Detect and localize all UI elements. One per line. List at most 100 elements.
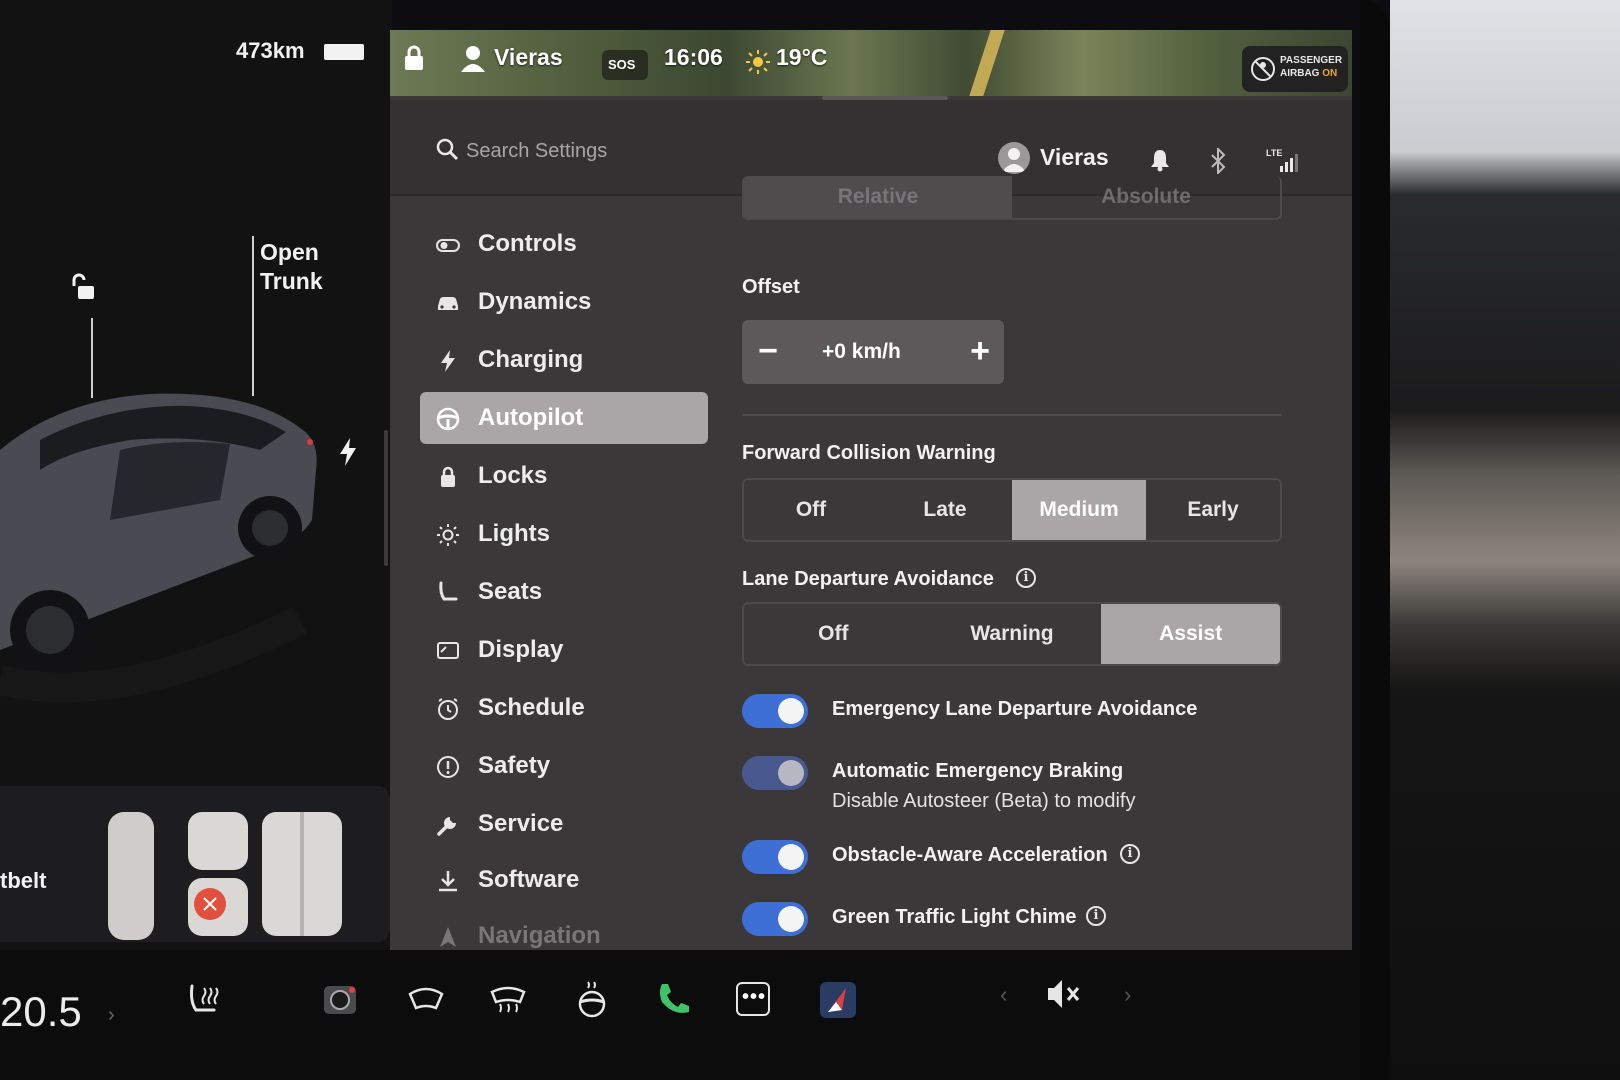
sidebar-item-label: Dynamics bbox=[478, 288, 592, 315]
sidebar-item-schedule[interactable]: Schedule bbox=[420, 682, 708, 734]
segment-off[interactable]: Off bbox=[744, 604, 923, 664]
lane-departure-selector[interactable]: Off Warning Assist bbox=[742, 602, 1282, 666]
sidebar-item-lights[interactable]: Lights bbox=[420, 508, 708, 560]
outside-temperature: 19°C bbox=[776, 44, 828, 70]
toggle-label: Green Traffic Light Chime bbox=[832, 906, 1077, 928]
seat-heater-icon[interactable] bbox=[184, 980, 224, 1020]
sidebar-item-label: Controls bbox=[478, 230, 577, 257]
person-icon bbox=[1002, 148, 1026, 172]
clock-icon bbox=[438, 698, 458, 720]
sidebar-item-display[interactable]: Display bbox=[420, 624, 708, 676]
sidebar-item-safety[interactable]: Safety bbox=[420, 740, 708, 792]
bell-icon[interactable] bbox=[1150, 148, 1170, 172]
sos-button[interactable]: SOS bbox=[602, 50, 648, 80]
trunk-leader-line bbox=[252, 236, 254, 396]
segment-assist[interactable]: Assist bbox=[1101, 604, 1280, 664]
avatar[interactable] bbox=[998, 142, 1030, 174]
forward-collision-selector[interactable]: Off Late Medium Early bbox=[742, 478, 1282, 542]
offset-increase-button[interactable]: + bbox=[962, 334, 998, 370]
toggle-knob bbox=[778, 906, 804, 932]
download-icon bbox=[439, 871, 457, 892]
bottom-taskbar: 20.5 › ••• ‹ › bbox=[0, 950, 1360, 1080]
navigation-icon bbox=[440, 927, 456, 947]
segment-medium[interactable]: Medium bbox=[1012, 480, 1146, 540]
sidebar-item-label: Software bbox=[478, 866, 580, 893]
passenger-airbag-indicator: PASSENGER AIRBAG ON bbox=[1242, 46, 1348, 92]
front-defrost-icon[interactable] bbox=[406, 980, 446, 1020]
battery-range: 473km bbox=[236, 38, 305, 63]
sidebar-item-seats[interactable]: Seats bbox=[420, 566, 708, 618]
info-icon[interactable]: i bbox=[1086, 906, 1106, 926]
panel-scrollbar[interactable] bbox=[384, 430, 388, 566]
segment-late[interactable]: Late bbox=[878, 480, 1012, 540]
sidebar-item-service[interactable]: Service bbox=[420, 798, 708, 850]
sidebar-item-label: Service bbox=[478, 810, 564, 837]
screen-edge bbox=[1360, 0, 1390, 1080]
volume-muted-icon[interactable] bbox=[1044, 974, 1084, 1014]
info-icon[interactable]: i bbox=[1016, 568, 1036, 588]
segment-off[interactable]: Off bbox=[744, 480, 878, 540]
rear-defrost-icon[interactable] bbox=[488, 980, 528, 1020]
status-profile-name[interactable]: Vieras bbox=[494, 44, 563, 71]
map-road bbox=[969, 30, 1005, 96]
sidebar-item-charging[interactable]: Charging bbox=[420, 334, 708, 386]
sidebar-item-label: Seats bbox=[478, 578, 543, 605]
emergency-lane-departure-toggle[interactable] bbox=[742, 694, 808, 728]
segment-relative[interactable]: Relative bbox=[744, 176, 1012, 218]
toggle-sublabel: Disable Autosteer (Beta) to modify bbox=[832, 790, 1136, 812]
open-trunk-button[interactable]: Open Trunk bbox=[260, 238, 370, 296]
dashcam-icon[interactable] bbox=[320, 980, 360, 1020]
steering-heater-icon[interactable] bbox=[572, 980, 612, 1020]
sidebar-item-dynamics[interactable]: Dynamics bbox=[420, 276, 708, 328]
sos-label: SOS bbox=[608, 57, 636, 72]
info-icon[interactable]: i bbox=[1120, 844, 1140, 864]
segment-warning[interactable]: Warning bbox=[923, 604, 1102, 664]
more-icon[interactable]: ••• bbox=[736, 982, 770, 1016]
phone-icon[interactable] bbox=[654, 980, 694, 1020]
lock-icon bbox=[441, 466, 455, 487]
bolt-icon bbox=[441, 350, 455, 372]
segment-early[interactable]: Early bbox=[1146, 480, 1280, 540]
segment-absolute[interactable]: Absolute bbox=[1012, 176, 1280, 218]
profile-icon[interactable] bbox=[460, 44, 486, 72]
cabin-temperature[interactable]: 20.5 bbox=[0, 988, 82, 1036]
search-icon[interactable] bbox=[436, 138, 460, 162]
airbag-state: ON bbox=[1322, 68, 1338, 79]
battery-icon bbox=[324, 44, 364, 60]
offset-decrease-button[interactable]: − bbox=[750, 334, 786, 370]
chevron-right-icon[interactable]: › bbox=[1124, 982, 1131, 1008]
car-status-panel: 473km Open Trunk tbelt bbox=[0, 0, 392, 950]
sidebar-item-controls[interactable]: Controls bbox=[420, 218, 708, 270]
offset-stepper: − +0 km/h + bbox=[742, 320, 1004, 384]
sidebar-item-label: Safety bbox=[478, 752, 551, 779]
bluetooth-icon[interactable] bbox=[1210, 148, 1226, 174]
sidebar-item-software[interactable]: Software bbox=[420, 854, 708, 906]
speed-limit-mode-selector[interactable]: Relative Absolute bbox=[742, 176, 1282, 220]
sun-icon bbox=[437, 524, 459, 546]
sidebar-item-locks[interactable]: Locks bbox=[420, 450, 708, 502]
seat-map-image bbox=[108, 812, 342, 940]
profile-name[interactable]: Vieras bbox=[1040, 144, 1109, 171]
toggle-knob bbox=[778, 844, 804, 870]
chevron-right-icon[interactable]: › bbox=[108, 1004, 115, 1027]
sidebar-item-label: Charging bbox=[478, 346, 584, 373]
offset-value: +0 km/h bbox=[822, 340, 901, 363]
display-icon bbox=[437, 642, 459, 659]
search-input[interactable] bbox=[466, 136, 766, 166]
sidebar-item-label: Locks bbox=[478, 462, 548, 489]
green-traffic-light-chime-toggle[interactable] bbox=[742, 902, 808, 936]
offset-label: Offset bbox=[742, 276, 800, 298]
forward-collision-label: Forward Collision Warning bbox=[742, 442, 996, 464]
obstacle-aware-acceleration-toggle[interactable] bbox=[742, 840, 808, 874]
sun-weather-icon bbox=[746, 50, 770, 74]
autopilot-settings: Relative Absolute Offset − +0 km/h + For… bbox=[742, 176, 1302, 960]
navigate-icon[interactable] bbox=[818, 980, 858, 1020]
airbag-text: PASSENGER AIRBAG ON bbox=[1280, 54, 1342, 80]
unlocked-icon[interactable] bbox=[70, 272, 100, 302]
settings-screen: Vieras SOS 16:06 19°C PASSENGER AIRBAG O… bbox=[390, 30, 1352, 960]
sidebar-item-label: Schedule bbox=[478, 694, 585, 721]
sidebar-item-label: Autopilot bbox=[478, 404, 584, 431]
sidebar-item-autopilot[interactable]: Autopilot bbox=[420, 392, 708, 444]
padlock-icon[interactable] bbox=[402, 44, 426, 72]
chevron-left-icon[interactable]: ‹ bbox=[1000, 982, 1007, 1008]
